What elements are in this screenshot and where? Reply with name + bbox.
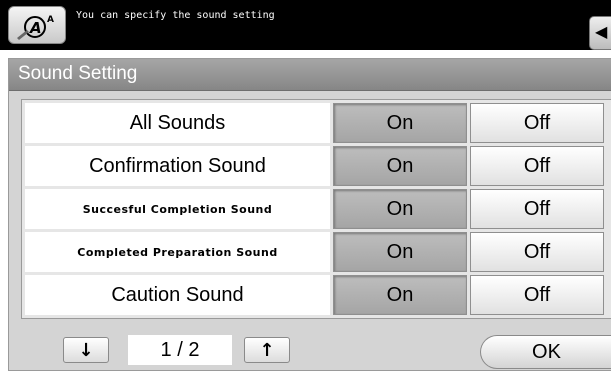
setting-label: Completed Preparation Sound xyxy=(25,232,330,272)
page-down-button[interactable]: ↓ xyxy=(63,337,109,363)
setting-row-successful-completion-sound: Succesful Completion Sound On Off xyxy=(25,189,611,229)
arrow-up-icon: ↑ xyxy=(259,339,275,361)
settings-list: All Sounds On Off Confirmation Sound On … xyxy=(21,99,611,319)
arrow-down-icon: ↓ xyxy=(78,339,94,361)
setting-label: Caution Sound xyxy=(25,275,330,315)
on-button[interactable]: On xyxy=(333,189,467,229)
off-button[interactable]: Off xyxy=(470,232,604,272)
sound-setting-panel: Sound Setting All Sounds On Off Confirma… xyxy=(8,58,611,371)
setting-row-confirmation-sound: Confirmation Sound On Off xyxy=(25,146,611,186)
off-button[interactable]: Off xyxy=(470,189,604,229)
setting-label: Confirmation Sound xyxy=(25,146,330,186)
ok-button[interactable]: OK xyxy=(480,335,611,369)
pen-hint-icon: A A xyxy=(17,15,54,40)
side-tab-button[interactable]: ◀ xyxy=(589,16,611,50)
status-message: You can specify the sound setting xyxy=(76,10,275,21)
page-indicator: 1 / 2 xyxy=(128,335,232,365)
panel-titlebar: Sound Setting xyxy=(9,59,611,91)
page-up-button[interactable]: ↑ xyxy=(244,337,290,363)
on-button[interactable]: On xyxy=(333,275,467,315)
off-button[interactable]: Off xyxy=(470,275,604,315)
on-button[interactable]: On xyxy=(333,103,467,143)
on-button[interactable]: On xyxy=(333,232,467,272)
setting-row-completed-preparation-sound: Completed Preparation Sound On Off xyxy=(25,232,611,272)
svg-text:A: A xyxy=(47,15,54,25)
setting-label: All Sounds xyxy=(25,103,330,143)
top-message-bar: A A You can specify the sound setting ◀ xyxy=(0,0,611,50)
arrow-left-icon: ◀ xyxy=(595,22,608,41)
setting-row-all-sounds: All Sounds On Off xyxy=(25,103,611,143)
off-button[interactable]: Off xyxy=(470,146,604,186)
setting-label: Succesful Completion Sound xyxy=(25,189,330,229)
off-button[interactable]: Off xyxy=(470,103,604,143)
hint-button[interactable]: A A xyxy=(8,6,66,44)
svg-text:A: A xyxy=(29,19,42,37)
setting-row-caution-sound: Caution Sound On Off xyxy=(25,275,611,315)
page-title: Sound Setting xyxy=(18,63,138,84)
on-button[interactable]: On xyxy=(333,146,467,186)
